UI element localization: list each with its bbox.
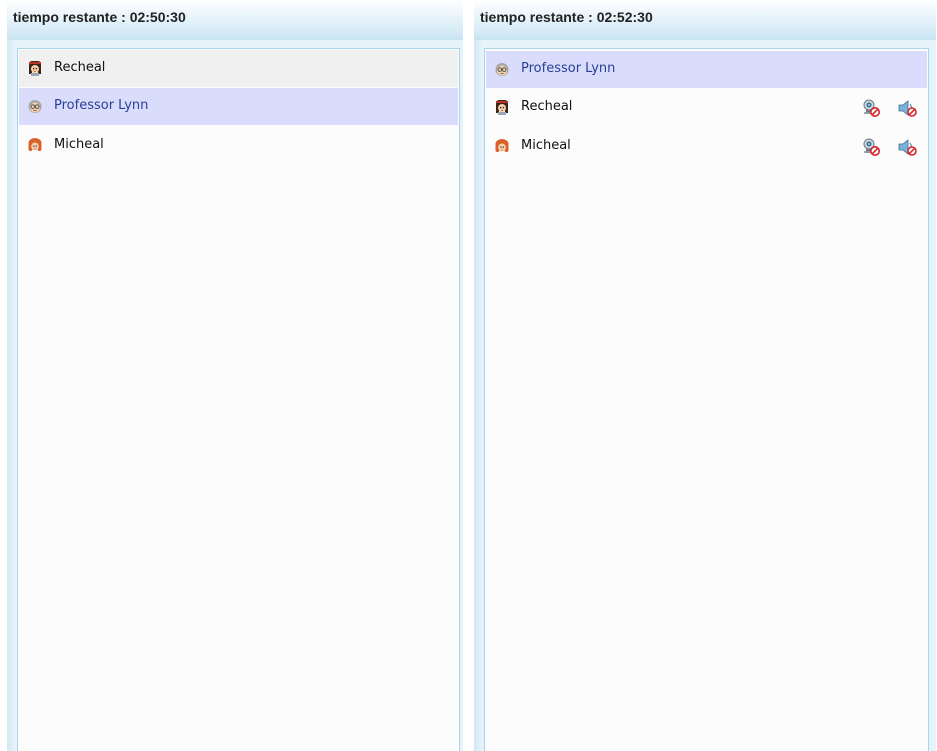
participant-name: Recheal — [54, 60, 106, 75]
professor-glasses-icon — [494, 61, 510, 77]
time-remaining-label: tiempo restante : 02:52:30 — [480, 9, 653, 25]
panel-header: tiempo restante : 02:52:30 — [474, 0, 936, 40]
participant-row-micheal[interactable]: Micheal — [19, 127, 458, 164]
participant-name: Micheal — [521, 138, 571, 153]
speaker-muted-icon[interactable] — [897, 98, 917, 118]
girl-red-hair-icon — [27, 137, 43, 153]
participant-row-recheal[interactable]: Recheal — [486, 89, 927, 126]
right-participants-panel: tiempo restante : 02:52:30 Professor Lyn… — [474, 0, 936, 751]
participant-name: Professor Lynn — [54, 98, 149, 113]
participant-row-professor-lynn[interactable]: Professor Lynn — [19, 88, 458, 125]
participant-row-micheal[interactable]: Micheal — [486, 128, 927, 165]
webcam-disabled-icon[interactable] — [861, 137, 881, 157]
participant-name: Recheal — [521, 99, 573, 114]
participant-list[interactable]: Recheal Professor Lynn Micheal — [17, 48, 460, 751]
participant-list[interactable]: Professor Lynn Recheal Micheal — [484, 48, 929, 751]
participant-name: Professor Lynn — [521, 61, 616, 76]
girl-dark-hair-icon — [27, 60, 43, 76]
participant-name: Micheal — [54, 137, 104, 152]
girl-red-hair-icon — [494, 138, 510, 154]
participant-row-recheal[interactable]: Recheal — [19, 50, 458, 87]
girl-dark-hair-icon — [494, 99, 510, 115]
professor-glasses-icon — [27, 98, 43, 114]
speaker-muted-icon[interactable] — [897, 137, 917, 157]
panel-header: tiempo restante : 02:50:30 — [7, 0, 463, 40]
time-remaining-label: tiempo restante : 02:50:30 — [13, 9, 186, 25]
left-participants-panel: tiempo restante : 02:50:30 Recheal Profe… — [7, 0, 463, 751]
webcam-disabled-icon[interactable] — [861, 98, 881, 118]
participant-row-professor-lynn[interactable]: Professor Lynn — [486, 51, 927, 88]
